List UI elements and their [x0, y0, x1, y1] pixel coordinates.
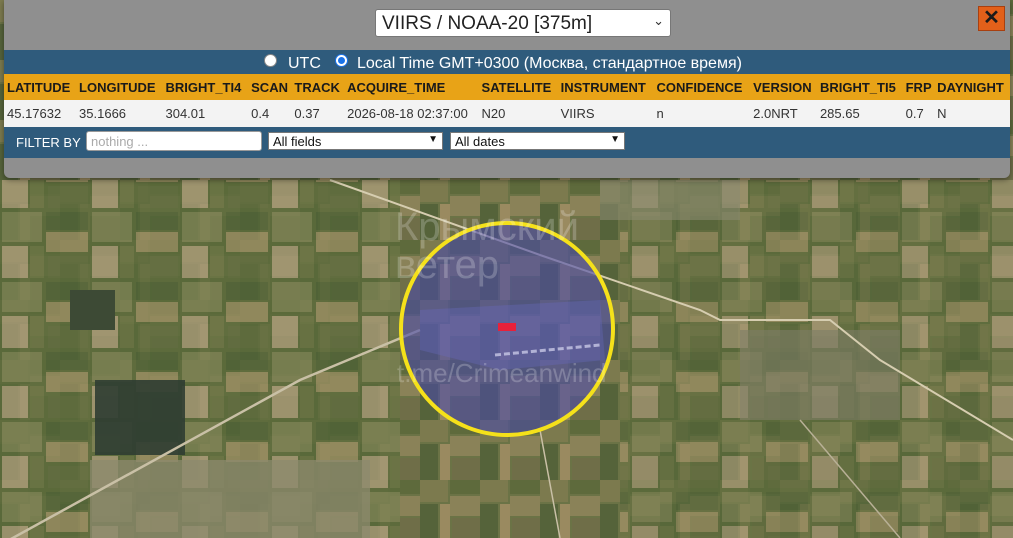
fire-data-table: LATITUDE LONGITUDE BRIGHT_TI4 SCAN TRACK…	[4, 74, 1010, 127]
table-cell: VIIRS	[557, 100, 654, 127]
column-header: SCAN	[248, 74, 292, 100]
column-header: DAYNIGHT	[934, 74, 1010, 100]
table-cell: 2.0NRT	[750, 100, 817, 127]
fire-info-popup: VIIRS / NOAA-20 [375m] ⌄ ✕ UTC Local Tim…	[4, 0, 1010, 178]
local-time-label: Local Time GMT+0300 (Москва, стандартное…	[357, 55, 742, 72]
table-cell: N	[934, 100, 1010, 127]
chevron-down-icon: ▼	[428, 134, 438, 145]
close-button[interactable]: ✕	[978, 6, 1005, 31]
fields-select[interactable]: All fields ▼	[268, 132, 443, 150]
table-cell: 304.01	[162, 100, 249, 127]
fields-select-value: All fields	[273, 134, 322, 149]
filter-label: FILTER BY	[16, 135, 81, 150]
column-header: TRACK	[291, 74, 345, 100]
table-cell: 2026-08-18 02:37:00	[344, 100, 479, 127]
table-cell: n	[653, 100, 751, 127]
table-cell: 285.65	[816, 100, 903, 127]
utc-label: UTC	[288, 55, 321, 72]
table-row: 45.17632 35.1666 304.01 0.4 0.37 2026-08…	[4, 100, 1010, 127]
utc-radio[interactable]	[264, 54, 277, 67]
table-cell: 0.7	[902, 100, 935, 127]
column-header: SATELLITE	[478, 74, 558, 100]
filter-row: FILTER BY All fields ▼ All dates ▼	[4, 127, 1010, 158]
dates-select[interactable]: All dates ▼	[450, 132, 625, 150]
column-header: CONFIDENCE	[653, 74, 751, 100]
column-header: BRIGHT_TI5	[816, 74, 903, 100]
dates-select-value: All dates	[455, 134, 505, 149]
column-header: ACQUIRE_TIME	[344, 74, 479, 100]
local-time-radio[interactable]	[335, 54, 348, 67]
table-cell: 0.4	[248, 100, 292, 127]
table-header-row: LATITUDE LONGITUDE BRIGHT_TI4 SCAN TRACK…	[4, 74, 1010, 100]
column-header: LATITUDE	[4, 74, 77, 100]
table-cell: 0.37	[291, 100, 345, 127]
satellite-select-value: VIIRS / NOAA-20 [375m]	[382, 13, 593, 34]
column-header: LONGITUDE	[76, 74, 163, 100]
table-cell: N20	[478, 100, 558, 127]
fire-hotspot-marker[interactable]	[498, 323, 516, 331]
column-header: BRIGHT_TI4	[162, 74, 249, 100]
column-header: INSTRUMENT	[557, 74, 654, 100]
chevron-down-icon: ⌄	[653, 13, 664, 28]
satellite-select[interactable]: VIIRS / NOAA-20 [375m] ⌄	[375, 9, 671, 37]
table-cell: 45.17632	[4, 100, 77, 127]
table-cell: 35.1666	[76, 100, 163, 127]
column-header: FRP	[902, 74, 935, 100]
chevron-down-icon: ▼	[610, 134, 620, 145]
column-header: VERSION	[750, 74, 817, 100]
timezone-row: UTC Local Time GMT+0300 (Москва, стандар…	[4, 50, 1010, 74]
filter-input[interactable]	[86, 131, 262, 151]
